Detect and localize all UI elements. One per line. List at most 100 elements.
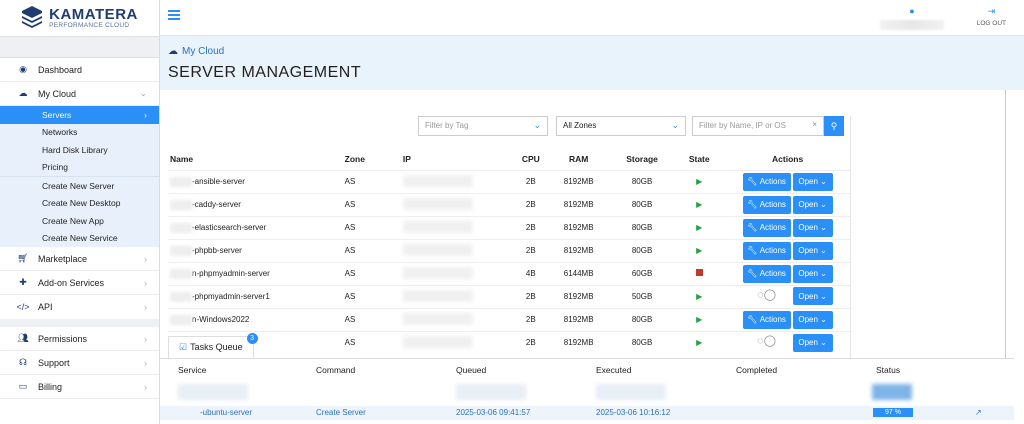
- col-storage[interactable]: Storage: [611, 148, 673, 170]
- table-row[interactable]: -ansible-server AS 2B 8192MB 80GB ▶ 🔧︎ A…: [168, 169, 850, 193]
- server-cpu: 2B: [515, 238, 547, 262]
- server-name[interactable]: -elasticsearch-server: [168, 215, 343, 239]
- actions-button[interactable]: 🔧︎ Actions: [742, 195, 791, 214]
- sidebar-item-permissions[interactable]: 👥︎ Permissions ›: [0, 327, 159, 351]
- open-button[interactable]: Open ⌄: [792, 287, 833, 306]
- sidebar-item-networks[interactable]: Networks: [0, 124, 159, 142]
- server-zone: AS: [342, 261, 401, 285]
- sidebar-item-support[interactable]: ☊ Support ›: [0, 351, 159, 375]
- sidebar-item-create-server[interactable]: Create New Server: [0, 177, 159, 195]
- open-button[interactable]: Open ⌄: [792, 264, 833, 283]
- server-state: ▶: [673, 215, 726, 239]
- brand-tagline: PERFORMANCE CLOUD: [49, 22, 130, 29]
- task-row[interactable]: -ubuntu-server Create Server 2025-03-06 …: [160, 406, 1014, 420]
- open-button[interactable]: Open ⌄: [792, 310, 833, 329]
- server-storage: 80GB: [610, 169, 674, 193]
- wrench-icon: 🔧︎: [747, 177, 758, 186]
- search-input[interactable]: Filter by Name, IP or OS ×: [692, 116, 824, 136]
- actions-label: Actions: [759, 223, 786, 232]
- chevron-down-icon: ⌄: [820, 246, 827, 255]
- server-name[interactable]: -phpbb-server: [168, 238, 343, 262]
- tasks-count-badge: 3: [246, 333, 258, 344]
- breadcrumb[interactable]: ☁ My Cloud: [168, 46, 224, 57]
- tasks-queue-tab[interactable]: ☑ Tasks Queue 3: [168, 333, 258, 358]
- open-button[interactable]: Open ⌄: [792, 218, 833, 237]
- sidebar-item-servers[interactable]: Servers ›: [0, 106, 159, 124]
- col-state[interactable]: State: [673, 148, 725, 170]
- table-row[interactable]: AS 2B 8192MB 80GB ▶ ◌◯ Open ⌄: [168, 330, 850, 354]
- col-name[interactable]: Name: [168, 148, 343, 170]
- actions-button[interactable]: 🔧︎ Actions: [742, 172, 791, 191]
- table-row[interactable]: n-phpmyadmin-server AS 4B 6144MB 60GB 🔧︎…: [168, 261, 850, 285]
- col-ip[interactable]: IP: [401, 148, 515, 170]
- name-prefix-redacted: [170, 291, 192, 302]
- server-name-text: -caddy-server: [192, 199, 241, 209]
- table-row[interactable]: -phpmyadmin-server1 AS 2B 8192MB 50GB ▶ …: [168, 284, 850, 308]
- sidebar-item-label: Hard Disk Library: [42, 144, 108, 155]
- chevron-right-icon: ›: [144, 253, 147, 264]
- server-name[interactable]: n-phpmyadmin-server: [168, 261, 343, 285]
- server-name[interactable]: -caddy-server: [168, 192, 343, 216]
- menu-toggle-icon[interactable]: [168, 10, 180, 20]
- open-label: Open: [798, 200, 818, 209]
- sidebar-item-dashboard[interactable]: ◉ Dashboard: [0, 58, 159, 82]
- server-name[interactable]: -ansible-server: [168, 169, 343, 193]
- sidebar-spacer: [0, 36, 159, 58]
- sidebar-item-marketplace[interactable]: 🛒︎ Marketplace ›: [0, 247, 159, 271]
- actions-button[interactable]: 🔧︎ Actions: [742, 310, 791, 329]
- server-zone: AS: [342, 215, 401, 239]
- col-cpu[interactable]: CPU: [515, 148, 546, 170]
- running-state-icon: ▶: [696, 246, 703, 255]
- task-progress-bar: 97 %: [873, 408, 913, 417]
- sidebar-item-add-on-services[interactable]: ✚ Add-on Services ›: [0, 271, 159, 295]
- server-name[interactable]: -phpmyadmin-server1: [168, 284, 343, 308]
- open-button[interactable]: Open ⌄: [792, 333, 833, 352]
- clear-icon[interactable]: ×: [812, 120, 817, 129]
- logo[interactable]: KAMATERA PERFORMANCE CLOUD: [0, 0, 159, 36]
- server-actions: 🔧︎ Actions Open ⌄: [725, 261, 850, 285]
- chevron-down-icon: ⌄: [820, 338, 827, 348]
- external-link-icon[interactable]: ↗: [975, 408, 982, 417]
- server-state: ▶: [673, 238, 726, 262]
- table-row[interactable]: n-Windows2022 AS 2B 8192MB 80GB ▶ 🔧︎ Act…: [168, 307, 850, 331]
- sidebar-item-hard-disk-library[interactable]: Hard Disk Library: [0, 141, 159, 159]
- sidebar-item-create-app[interactable]: Create New App: [0, 212, 159, 230]
- sidebar-item-my-cloud[interactable]: ☁ My Cloud ⌄: [0, 82, 159, 106]
- actions-button[interactable]: 🔧︎ Actions: [742, 264, 791, 283]
- search-button[interactable]: ⚲: [824, 116, 844, 136]
- wrench-icon: 🔧︎: [747, 200, 758, 209]
- col-zone[interactable]: Zone: [343, 148, 401, 170]
- open-button[interactable]: Open ⌄: [792, 195, 833, 214]
- logout-button[interactable]: ⇥ LOG OUT: [977, 6, 1006, 27]
- sidebar-item-pricing[interactable]: Pricing: [0, 159, 159, 177]
- table-row[interactable]: -caddy-server AS 2B 8192MB 80GB ▶ 🔧︎ Act…: [168, 192, 850, 216]
- server-storage: 80GB: [610, 215, 674, 239]
- server-cpu: 2B: [515, 330, 547, 354]
- sidebar-item-create-service[interactable]: Create New Service: [0, 230, 159, 248]
- actions-button[interactable]: 🔧︎ Actions: [742, 241, 791, 260]
- sidebar-item-billing[interactable]: ▭ Billing ›: [0, 375, 159, 399]
- task-service[interactable]: -ubuntu-server: [200, 408, 252, 417]
- ip-redacted: [402, 312, 473, 325]
- cloud-icon: ☁: [168, 46, 178, 57]
- task-command: Create Server: [316, 408, 366, 417]
- server-ram: 8192MB: [546, 215, 611, 239]
- sidebar-item-api[interactable]: </> API ›: [0, 295, 159, 327]
- open-button[interactable]: Open ⌄: [792, 172, 833, 191]
- user-menu[interactable]: ●: [880, 6, 944, 30]
- server-ip: [400, 215, 516, 239]
- sidebar-item-create-desktop[interactable]: Create New Desktop: [0, 195, 159, 213]
- col-ram[interactable]: RAM: [546, 148, 610, 170]
- zone-filter-select[interactable]: All Zones ⌄: [556, 116, 686, 136]
- actions-button[interactable]: 🔧︎ Actions: [742, 218, 791, 237]
- server-storage: 80GB: [610, 307, 674, 331]
- scrollbar[interactable]: [1005, 90, 1012, 360]
- table-row[interactable]: -phpbb-server AS 2B 8192MB 80GB ▶ 🔧︎ Act…: [168, 238, 850, 262]
- server-name[interactable]: n-Windows2022: [168, 307, 343, 331]
- table-row[interactable]: -elasticsearch-server AS 2B 8192MB 80GB …: [168, 215, 850, 239]
- server-actions: 🔧︎ Actions Open ⌄: [725, 169, 850, 193]
- chevron-down-icon: ⌄: [533, 120, 541, 130]
- open-button[interactable]: Open ⌄: [792, 241, 833, 260]
- dashboard-icon: ◉: [19, 64, 27, 74]
- tag-filter-select[interactable]: Filter by Tag ⌄: [418, 116, 548, 136]
